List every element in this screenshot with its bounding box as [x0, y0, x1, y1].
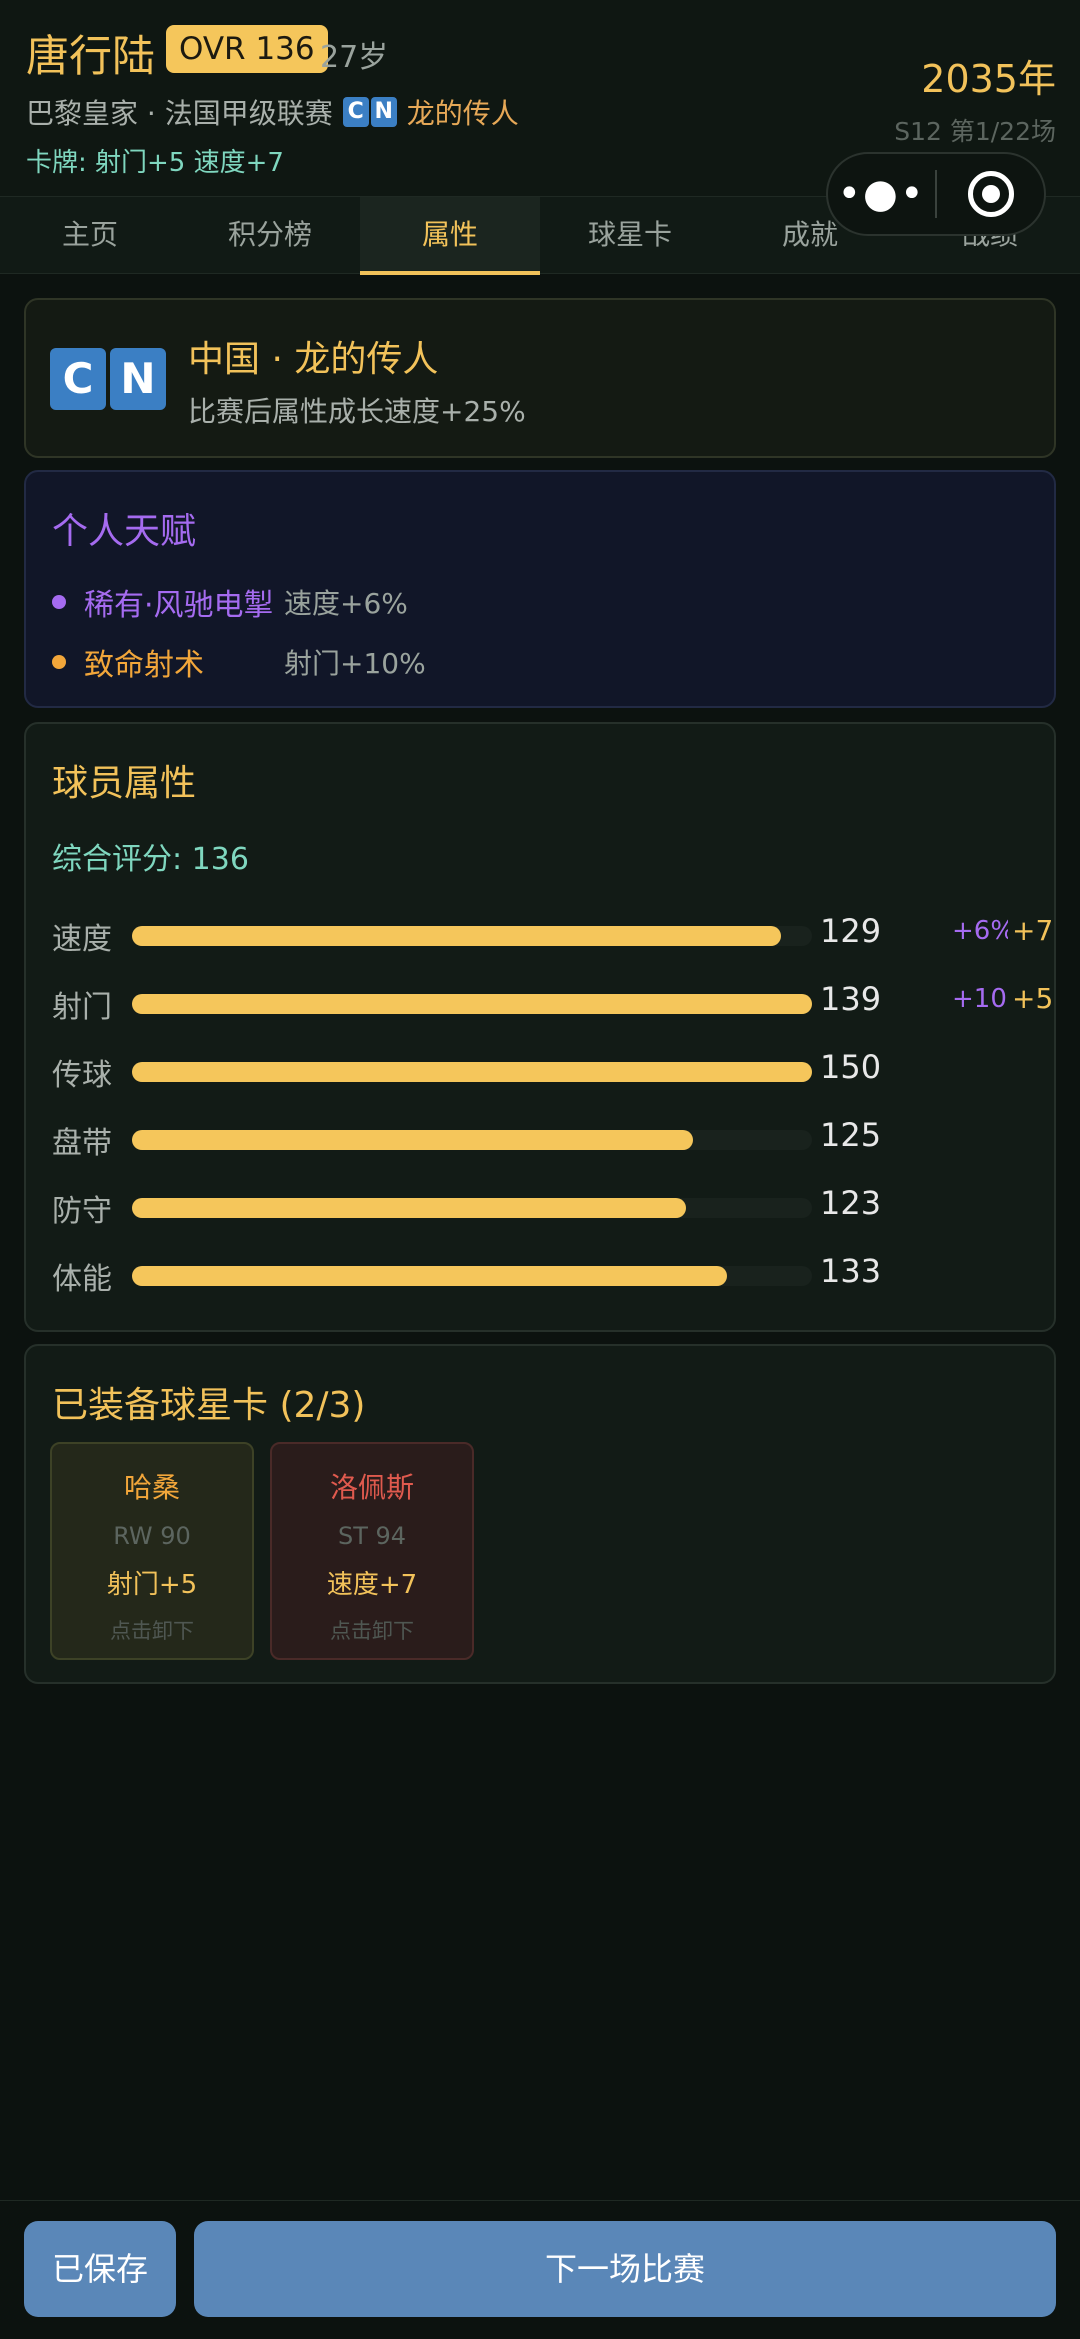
attribute-bar-track [132, 994, 812, 1014]
attribute-bar-fill [132, 994, 812, 1014]
club-line: 巴黎皇家 · 法国甲级联赛 C N 龙的传人 [26, 92, 519, 132]
cn-flag-large-icon: C N [50, 348, 170, 410]
attribute-card-bonus: +5 [1012, 982, 1054, 1015]
attribute-value: 133 [820, 1252, 882, 1290]
star-card-buff: 射门+5 [106, 1570, 198, 1600]
attribute-bar-fill [132, 1266, 727, 1286]
star-card-name: 洛佩斯 [329, 1471, 414, 1504]
attribute-bar-track [132, 1062, 812, 1082]
player-name: 唐行陆 [26, 32, 155, 82]
talent-effect: 射门+10% [284, 647, 426, 680]
attribute-bar-fill [132, 1198, 687, 1218]
season-progress: S12 第1/22场 [894, 117, 1056, 146]
attribute-bar-track [132, 1266, 812, 1286]
talent-name: 稀有·风驰电掣 [84, 588, 274, 623]
tab-home[interactable]: 主页 [0, 197, 180, 275]
attribute-bar-track [132, 1198, 812, 1218]
attribute-bar-fill [132, 1062, 812, 1082]
ovr-badge: OVR 136 [166, 25, 328, 73]
star-card[interactable]: 洛佩斯 ST 94 速度+7 点击卸下 [270, 1442, 474, 1660]
attribute-value: 139 [820, 980, 882, 1018]
save-button[interactable]: 已保存 [24, 2221, 176, 2317]
attribute-value: 125 [820, 1116, 882, 1154]
star-card[interactable]: 哈桑 RW 90 射门+5 点击卸下 [50, 1442, 254, 1660]
tab-star-cards[interactable]: 球星卡 [540, 197, 720, 275]
attributes-panel: 球员属性 综合评分: 136 速度 129 +6% +7 射门 139 +10%… [24, 722, 1056, 1332]
talent-name: 致命射术 [84, 648, 204, 683]
star-card-name: 哈桑 [123, 1471, 180, 1504]
orange-dot-icon [52, 655, 66, 669]
attribute-row-passing: 传球 150 [52, 1046, 1052, 1094]
attribute-label: 传球 [52, 1058, 112, 1093]
attribute-row-defense: 防守 123 [52, 1182, 1052, 1230]
current-year: 2035年 [921, 57, 1056, 101]
bottom-action-bar: 已保存 下一场比赛 [0, 2200, 1080, 2339]
nation-panel-title: 中国 · 龙的传人 [188, 339, 439, 380]
card-bonus-line: 卡牌: 射门+5 速度+7 [26, 148, 284, 178]
attribute-bar-track [132, 1130, 812, 1150]
attribute-label: 盘带 [52, 1126, 112, 1161]
attribute-label: 防守 [52, 1194, 112, 1229]
star-card-unequip-hint: 点击卸下 [330, 1619, 414, 1643]
miniprogram-capsule: •●• [826, 152, 1046, 236]
attribute-row-stamina: 体能 133 [52, 1250, 1052, 1298]
talent-item: 稀有·风驰电掣 速度+6% [52, 582, 408, 623]
overall-rating: 综合评分: 136 [52, 842, 249, 877]
attribute-row-speed: 速度 129 +6% +7 [52, 910, 1054, 958]
attribute-value: 129 [820, 912, 882, 950]
talent-effect: 速度+6% [284, 587, 408, 620]
tab-standings[interactable]: 积分榜 [180, 197, 360, 275]
cn-flag-icon: C N [342, 97, 399, 127]
attribute-label: 体能 [52, 1262, 112, 1297]
club-league: 巴黎皇家 · 法国甲级联赛 [26, 97, 333, 130]
attribute-bar-fill [132, 1130, 693, 1150]
attribute-value: 123 [820, 1184, 882, 1222]
attribute-value: 150 [820, 1048, 882, 1086]
target-circle-icon[interactable] [937, 171, 1044, 217]
attributes-panel-title: 球员属性 [52, 763, 197, 804]
equipped-cards-title: 已装备球星卡 (2/3) [52, 1385, 366, 1426]
star-card-position: ST 94 [337, 1522, 407, 1550]
attribute-row-shooting: 射门 139 +10% +5 [52, 978, 1054, 1026]
purple-dot-icon [52, 595, 66, 609]
tab-attributes[interactable]: 属性 [360, 197, 540, 275]
attribute-card-bonus: +7 [1012, 914, 1054, 947]
nation-panel: C N 中国 · 龙的传人 比赛后属性成长速度+25% [24, 298, 1056, 458]
attribute-label: 速度 [52, 922, 112, 957]
more-dots-icon[interactable]: •●• [828, 171, 935, 217]
star-card-unequip-hint: 点击卸下 [110, 1619, 194, 1643]
attribute-label: 射门 [52, 990, 112, 1025]
star-card-position: RW 90 [113, 1522, 191, 1550]
attribute-bar-track [132, 926, 812, 946]
nation-panel-description: 比赛后属性成长速度+25% [188, 395, 526, 428]
talent-panel: 个人天赋 稀有·风驰电掣 速度+6% 致命射术 射门+10% [24, 470, 1056, 708]
attribute-talent-bonus: +6% [952, 916, 1008, 946]
next-match-button[interactable]: 下一场比赛 [194, 2221, 1056, 2317]
star-card-buff: 速度+7 [326, 1570, 418, 1600]
player-age: 27岁 [320, 40, 389, 75]
nation-title: 龙的传人 [406, 97, 519, 130]
attribute-bar-fill [132, 926, 782, 946]
attribute-talent-bonus: +10% [952, 984, 1008, 1014]
equipped-cards-panel: 已装备球星卡 (2/3) 哈桑 RW 90 射门+5 点击卸下 洛佩斯 ST 9… [24, 1344, 1056, 1684]
talent-item: 致命射术 射门+10% [52, 642, 426, 683]
talent-panel-title: 个人天赋 [52, 511, 197, 552]
attribute-row-dribbling: 盘带 125 [52, 1114, 1052, 1162]
